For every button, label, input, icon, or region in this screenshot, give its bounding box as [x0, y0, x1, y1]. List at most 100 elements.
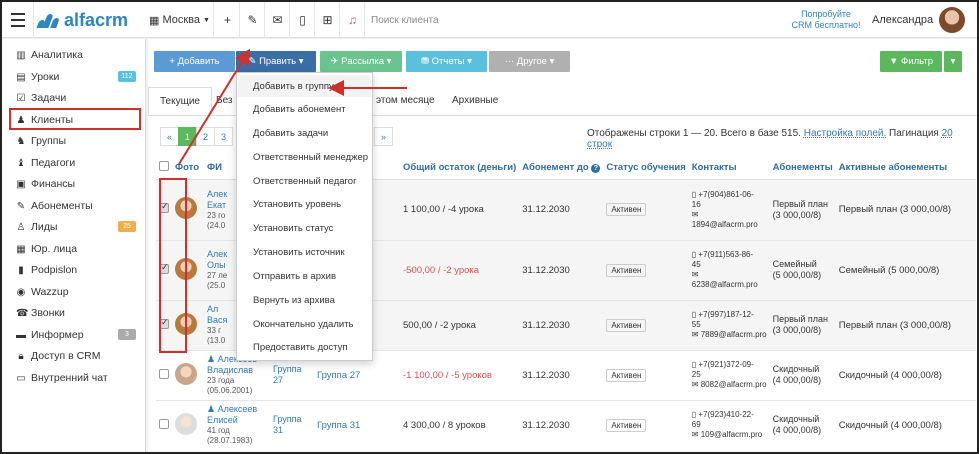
trial-link[interactable]: Попробуйте CRM бесплатно! — [782, 2, 870, 38]
add-button[interactable]: + Добавить — [154, 51, 235, 72]
row-checkbox[interactable] — [159, 418, 169, 429]
avatar — [939, 7, 966, 33]
email[interactable]: 6238@alfacrm.pro — [692, 280, 767, 290]
email[interactable]: ✉ 8082@alfacrm.pro — [692, 380, 767, 390]
sidebar-item-legal[interactable]: ▦ Юр. лица — [16, 239, 140, 259]
email[interactable]: ✉ 109@alfacrm.pro — [692, 430, 767, 440]
menu-item-add-to-group[interactable]: Добавить в группу — [238, 75, 371, 97]
other-button[interactable]: ··· Другое ▾ — [489, 51, 570, 72]
client-name-line1[interactable]: ♟ Алексеев — [207, 404, 267, 415]
leads-badge: 25 — [118, 221, 136, 232]
sidebar-item-teachers[interactable]: ♝ Педагоги — [16, 153, 140, 173]
user-menu[interactable]: Александра — [872, 2, 972, 38]
menu-item-responsible-manager[interactable]: Ответственный менеджер — [253, 152, 368, 163]
status-cell: Активен — [603, 399, 689, 450]
sidebar-item-lessons[interactable]: ▤ Уроки 112 — [16, 67, 140, 87]
logo[interactable]: alfacrm — [36, 2, 142, 38]
sidebar-item-access[interactable]: 🔒︎ Доступ в CRM — [16, 346, 140, 366]
col-subscriptions[interactable]: Абонементы — [769, 157, 836, 180]
sidebar-item-label: Wazzup — [31, 286, 69, 298]
sidebar-item-wazzup[interactable]: ◉ Wazzup — [16, 282, 140, 302]
tab-archive[interactable]: Архивные — [452, 95, 498, 106]
subscription-icon: ✎ — [16, 200, 26, 212]
col-status[interactable]: Статус обучения — [603, 157, 689, 180]
sidebar-item-chat[interactable]: ▭ Внутренний чат — [16, 368, 140, 388]
sidebar-item-finance[interactable]: ▣ Финансы — [16, 174, 140, 194]
mail-icon: ✉ — [691, 270, 699, 279]
row-checkbox[interactable] — [159, 368, 169, 379]
table-row[interactable]: ♟ Алексеев Елисей 41 год (28.07.1983) Гр… — [156, 399, 976, 450]
sidebar-item-analytics[interactable]: ▥ Аналитика — [16, 45, 140, 65]
select-all-checkbox[interactable] — [159, 161, 169, 172]
status-badge: Активен — [606, 318, 647, 332]
tab-this-month[interactable]: этом месяце — [376, 95, 435, 106]
phone-line[interactable]: ▯ +7(921)372-09- — [692, 360, 767, 370]
group-short-line2: 27 — [273, 375, 284, 385]
page-3[interactable]: 3 — [214, 127, 233, 146]
menu-icon[interactable] — [2, 2, 34, 38]
menu-item-set-status[interactable]: Установить статус — [253, 223, 333, 234]
group-short-cell[interactable]: Группа 31 — [270, 399, 314, 450]
help-icon[interactable]: ? — [591, 164, 601, 174]
col-photo[interactable]: Фото — [172, 157, 204, 180]
tab-no[interactable]: Без — [216, 95, 233, 106]
phone-line[interactable]: ▯ +7(923)410-22- — [692, 410, 767, 420]
col-balance[interactable]: Общий остаток (деньги) — [400, 157, 520, 180]
mailing-button[interactable]: ✈ Рассылка ▾ — [320, 51, 402, 72]
sidebar-item-groups[interactable]: ♞ Группы — [16, 131, 140, 151]
page-2[interactable]: 2 — [196, 127, 215, 146]
sidebar-item-subscriptions[interactable]: ✎ Абонементы — [16, 196, 140, 216]
sidebar-item-podpislon[interactable]: ▮ Podpislon — [16, 260, 140, 280]
mobile-icon[interactable]: ▯ — [291, 2, 315, 38]
phone-line[interactable]: ▯ +7(904)861-06- — [692, 190, 767, 200]
city-select[interactable]: ▦ Москва ▼ — [146, 2, 214, 38]
email[interactable]: ✉ 7889@alfacrm.pro — [692, 330, 767, 340]
client-name-line2[interactable]: Елисей — [207, 415, 267, 426]
trial-line2: CRM бесплатно! — [791, 20, 861, 30]
phone-line[interactable]: ▯ +7(911)563-86- — [692, 250, 767, 260]
contacts-cell: ▯ +7(921)372-09- 25 ✉ 8082@alfacrm.pro — [688, 349, 770, 400]
client-name-line2[interactable]: Владислав — [207, 365, 267, 376]
cart-icon[interactable]: ⊞ — [316, 2, 340, 38]
sidebar-item-calls[interactable]: ☎ Звонки — [16, 303, 140, 323]
sidebar-item-tasks[interactable]: ☑ Задачи — [16, 88, 140, 108]
page-next[interactable]: » — [374, 127, 393, 146]
subscription-price: (4 000,00/8) — [772, 375, 822, 385]
tab-current[interactable]: Текущие — [148, 87, 212, 115]
page-1[interactable]: 1 — [178, 127, 197, 146]
menu-item-responsible-teacher[interactable]: Ответственный педагог — [253, 176, 357, 187]
menu-item-set-level[interactable]: Установить уровень — [253, 199, 341, 210]
wrench-icon[interactable]: ✎ — [241, 2, 265, 38]
email[interactable]: 1894@alfacrm.pro — [692, 220, 767, 230]
teacher-icon: ♝ — [16, 157, 26, 169]
reports-button[interactable]: ⛃ Отчеты ▾ — [406, 51, 487, 72]
client-search-input[interactable]: Поиск клиента — [365, 2, 765, 38]
sidebar-item-informer[interactable]: ▬ Информер 3 — [16, 325, 140, 345]
menu-item-delete[interactable]: Окончательно удалить — [253, 319, 354, 330]
bell-icon[interactable]: ♫ — [341, 2, 365, 38]
filter-caret-button[interactable]: ▾ — [944, 51, 962, 72]
menu-item-set-source[interactable]: Установить источник — [253, 247, 345, 258]
menu-item-add-tasks[interactable]: Добавить задачи — [253, 128, 328, 139]
col-until[interactable]: Абонемент до ? — [519, 157, 604, 180]
plus-icon[interactable]: + — [216, 2, 240, 38]
menu-item-add-subscription[interactable]: Добавить абонемент — [253, 104, 346, 115]
sidebar-item-label: Педагоги — [31, 157, 76, 169]
col-active-subscriptions[interactable]: Активные абонементы — [835, 157, 976, 180]
phone-tail: 45 — [691, 260, 701, 269]
menu-item-grant-access[interactable]: Предоставить доступ — [253, 342, 348, 353]
col-contacts[interactable]: Контакты — [688, 157, 770, 180]
phone-line[interactable]: ▯ +7(997)187-12- — [692, 310, 767, 320]
trial-line1: Попробуйте — [801, 9, 851, 19]
phone-icon: ☎ — [16, 307, 29, 319]
filter-button[interactable]: ▼ Фильтр — [880, 51, 942, 72]
menu-item-archive[interactable]: Отправить в архив — [253, 271, 336, 282]
mail-icon[interactable]: ✉ — [266, 2, 290, 38]
settings-link[interactable]: Настройка полей. — [804, 128, 887, 139]
edit-button[interactable]: ✎ Править ▾ — [236, 51, 316, 72]
page-prev[interactable]: « — [160, 127, 179, 146]
sidebar-item-leads[interactable]: ♙ Лиды 25 — [16, 217, 140, 237]
menu-item-unarchive[interactable]: Вернуть из архива — [253, 295, 335, 306]
group-cell[interactable]: Группа 31 — [314, 399, 400, 450]
active-subscription-cell: Первый план (3 000,00/8) — [835, 299, 976, 350]
